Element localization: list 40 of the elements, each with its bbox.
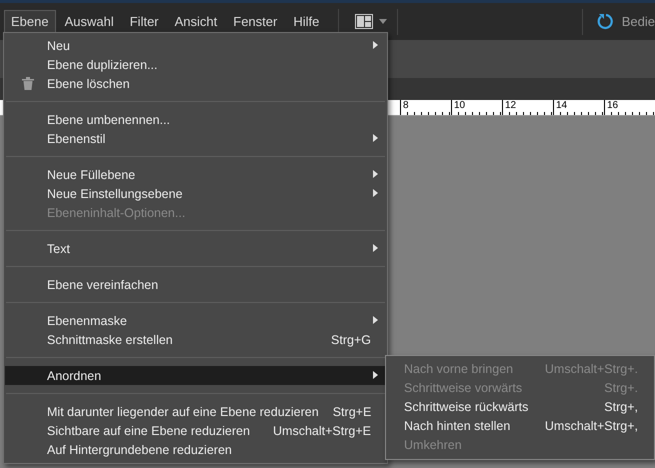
menu-item[interactable]: Schrittweise rückwärts Strg+, bbox=[386, 397, 654, 416]
menu-item[interactable]: Auf Hintergrundebene reduzieren bbox=[5, 440, 386, 459]
submenu-arrow-icon bbox=[373, 134, 378, 142]
layout-icon[interactable] bbox=[355, 14, 374, 29]
menu-bar-item[interactable]: Hilfe bbox=[286, 10, 326, 33]
caret-icon[interactable] bbox=[379, 19, 388, 24]
menu-bar-item[interactable]: Fenster bbox=[226, 10, 284, 33]
refresh-icon[interactable] bbox=[596, 13, 614, 30]
menu-item[interactable]: Neue Einstellungsebene bbox=[5, 184, 386, 203]
menu-item[interactable]: Ebenenmaske bbox=[5, 311, 386, 330]
submenu-arrow-icon bbox=[373, 170, 378, 178]
menu-bar-item[interactable]: Ebene bbox=[4, 10, 56, 33]
ruler-label: 10 bbox=[451, 100, 502, 115]
menu-item[interactable]: Neu bbox=[5, 36, 386, 55]
menu-item[interactable]: Ebene löschen bbox=[5, 74, 386, 93]
menu-item[interactable]: Mit darunter liegender auf eine Ebene reduzieren Strg+E bbox=[5, 402, 386, 421]
menu-item[interactable]: Nach hinten stellen Umschalt+Strg+, bbox=[386, 416, 654, 435]
menu-item[interactable]: Text bbox=[5, 239, 386, 258]
menu-item[interactable]: Ebenenstil bbox=[5, 129, 386, 148]
submenu-arrow-icon bbox=[373, 189, 378, 197]
menu-bar-item[interactable]: Filter bbox=[122, 10, 166, 33]
menu-item[interactable]: Schnittmaske erstellen Strg+G bbox=[5, 330, 386, 349]
ruler-label: 8 bbox=[400, 100, 451, 115]
menu-item[interactable]: Sichtbare auf eine Ebene reduzieren Umschalt+Strg+E bbox=[5, 421, 386, 440]
menu-item[interactable]: Ebene vereinfachen bbox=[5, 275, 386, 294]
submenu-arrow-icon bbox=[373, 316, 378, 324]
menu-item[interactable]: Ebene duplizieren... bbox=[5, 55, 386, 74]
submenu-arrow-icon bbox=[373, 244, 378, 252]
menu-item[interactable]: Anordnen bbox=[5, 366, 386, 385]
menu-item[interactable]: Neue Füllebene bbox=[5, 165, 386, 184]
submenu-arrow-icon bbox=[373, 371, 378, 379]
menu-bar-item[interactable]: Ansicht bbox=[168, 10, 224, 33]
trash-icon bbox=[22, 77, 34, 90]
ruler-label: 12 bbox=[502, 100, 553, 115]
menu-bar-item[interactable]: Auswahl bbox=[58, 10, 121, 33]
menu-bar-label[interactable]: Bedie bbox=[622, 14, 655, 29]
ruler-label: 16 bbox=[604, 100, 655, 115]
ruler-label: 14 bbox=[553, 100, 604, 115]
menu-item[interactable]: Ebene umbenennen... bbox=[5, 110, 386, 129]
submenu-arrow-icon bbox=[373, 41, 378, 49]
